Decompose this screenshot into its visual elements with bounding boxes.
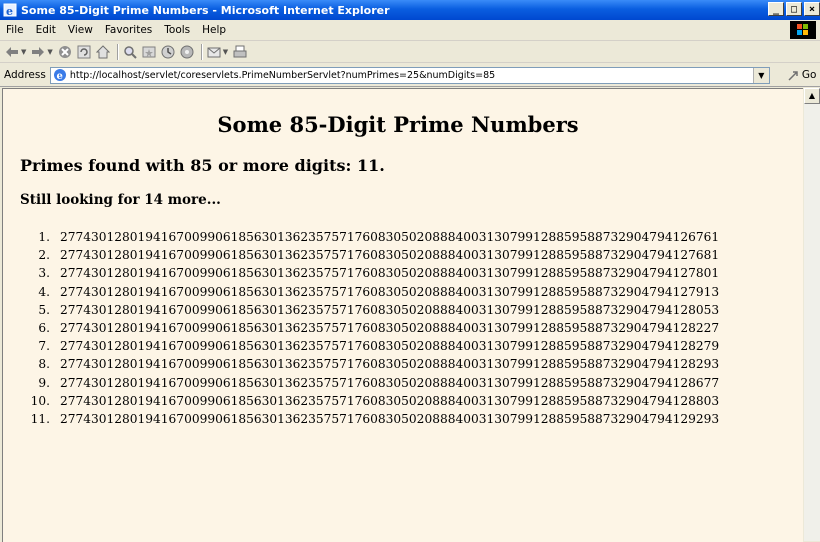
menu-favorites[interactable]: Favorites [99, 24, 158, 36]
mail-icon[interactable] [206, 44, 222, 60]
prime-index: 6. [38, 320, 50, 335]
prime-value: 2774301280194167009906185630136235757176… [60, 375, 720, 390]
prime-list-item: 2. 27743012801941670099061856301362357571… [20, 246, 803, 264]
toolbar-separator [200, 43, 203, 60]
prime-index: 4. [38, 284, 50, 299]
menu-file[interactable]: File [0, 24, 30, 36]
print-icon[interactable] [232, 44, 248, 60]
primes-list: 1. 27743012801941670099061856301362357571… [20, 228, 803, 428]
go-label: Go [801, 69, 817, 81]
menu-view[interactable]: View [62, 24, 99, 36]
address-bar: Address e ▼ Go [0, 64, 820, 87]
history-icon[interactable] [160, 44, 176, 60]
prime-index: 10. [30, 393, 50, 408]
prime-value: 2774301280194167009906185630136235757176… [60, 284, 720, 299]
page-heading: Some 85-Digit Prime Numbers [217, 112, 579, 137]
favorites-icon[interactable] [141, 44, 157, 60]
menu-tools[interactable]: Tools [158, 24, 196, 36]
prime-list-item: 10. 2774301280194167009906185630136235757… [20, 392, 803, 410]
prime-value: 2774301280194167009906185630136235757176… [60, 393, 720, 408]
go-arrow-icon [788, 69, 800, 81]
prime-value: 2774301280194167009906185630136235757176… [60, 339, 720, 354]
title-bar[interactable]: e Some 85-Digit Prime Numbers - Microsof… [0, 0, 820, 20]
prime-value: 2774301280194167009906185630136235757176… [60, 320, 720, 335]
prime-value: 2774301280194167009906185630136235757176… [60, 230, 720, 244]
page-viewport: Some 85-Digit Prime Numbers Primes found… [2, 88, 803, 542]
prime-index: 5. [38, 302, 50, 317]
windows-logo-icon [790, 21, 816, 39]
prime-list-item: 3. 27743012801941670099061856301362357571… [20, 264, 803, 282]
prime-list-item: 5. 27743012801941670099061856301362357571… [20, 301, 803, 319]
svg-text:e: e [6, 5, 13, 17]
prime-index: 9. [38, 375, 50, 390]
prime-index: 2. [38, 248, 50, 263]
home-icon[interactable] [95, 44, 111, 60]
prime-index: 7. [38, 339, 50, 354]
close-button[interactable]: × [804, 2, 820, 16]
primes-found-text: Primes found with 85 or more digits: 11. [20, 156, 385, 175]
maximize-button[interactable]: □ [786, 2, 802, 16]
minimize-button[interactable]: _ [768, 2, 784, 16]
prime-value: 2774301280194167009906185630136235757176… [60, 266, 720, 281]
back-icon[interactable] [4, 44, 20, 60]
ie-icon: e [3, 3, 17, 17]
prime-index: 1. [38, 230, 50, 244]
menu-help[interactable]: Help [196, 24, 232, 36]
window-controls: _ □ × [766, 2, 820, 16]
prime-index: 3. [38, 266, 50, 281]
menu-edit[interactable]: Edit [30, 24, 62, 36]
address-label: Address [4, 69, 46, 81]
prime-list-item: 7. 27743012801941670099061856301362357571… [20, 337, 803, 355]
url-input[interactable] [69, 69, 730, 81]
prime-list-item: 4. 27743012801941670099061856301362357571… [20, 283, 803, 301]
prime-value: 2774301280194167009906185630136235757176… [60, 411, 720, 426]
toolbar: ▼ ▼ ▼ [0, 41, 820, 63]
toolbar-separator [116, 43, 119, 60]
window-title: Some 85-Digit Prime Numbers - Microsoft … [21, 3, 390, 17]
menu-bar: File Edit View Favorites Tools Help [0, 20, 820, 41]
back-dropdown-icon[interactable]: ▼ [21, 48, 26, 56]
prime-list-item: 11. 2774301280194167009906185630136235757… [20, 410, 803, 428]
prime-list-item: 8. 27743012801941670099061856301362357571… [20, 355, 803, 373]
svg-text:e: e [56, 71, 62, 82]
mail-dropdown-icon[interactable]: ▼ [223, 48, 228, 56]
media-icon[interactable] [179, 44, 195, 60]
prime-list-item: 9. 27743012801941670099061856301362357571… [20, 374, 803, 392]
prime-value: 2774301280194167009906185630136235757176… [60, 357, 720, 372]
forward-dropdown-icon[interactable]: ▼ [47, 48, 52, 56]
prime-list-item: 6. 27743012801941670099061856301362357571… [20, 319, 803, 337]
prime-index: 11. [30, 411, 50, 426]
refresh-icon[interactable] [76, 44, 92, 60]
prime-value: 2774301280194167009906185630136235757176… [60, 248, 720, 263]
page-content: Some 85-Digit Prime Numbers Primes found… [3, 89, 803, 428]
scroll-up-arrow-icon[interactable]: ▲ [804, 88, 820, 104]
address-field[interactable]: e ▼ [49, 66, 770, 84]
prime-list-item: 1. 27743012801941670099061856301362357571… [20, 228, 803, 246]
vertical-scrollbar[interactable]: ▲ [804, 88, 820, 541]
prime-index: 8. [38, 357, 50, 372]
address-dropdown-icon[interactable]: ▼ [752, 67, 769, 83]
forward-icon[interactable] [30, 44, 46, 60]
prime-value: 2774301280194167009906185630136235757176… [60, 302, 720, 317]
stop-icon[interactable] [57, 44, 73, 60]
page-icon: e [53, 68, 67, 82]
still-looking-text: Still looking for 14 more... [20, 192, 221, 208]
go-button[interactable]: Go [788, 69, 817, 81]
search-icon[interactable] [122, 44, 138, 60]
